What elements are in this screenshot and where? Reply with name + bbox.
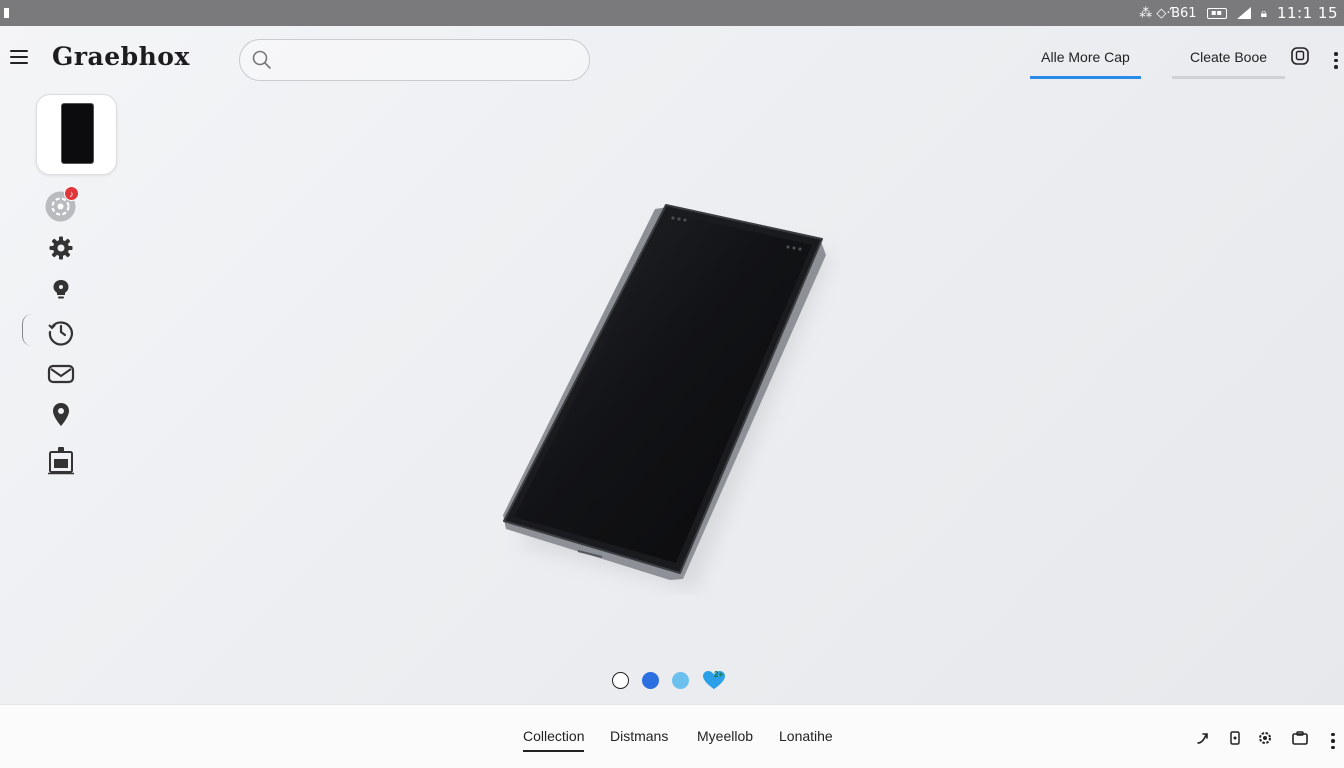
lock-icon: 🔒︎ — [1260, 5, 1267, 20]
phone-thumbnail-image — [61, 103, 94, 164]
history-icon — [47, 320, 73, 346]
tab-alle-more-cap[interactable]: Alle More Cap — [1030, 49, 1141, 79]
rail-ideas[interactable] — [44, 273, 77, 306]
tab-label: Collection — [523, 728, 585, 744]
rail-history[interactable] — [44, 315, 77, 348]
carousel-heart[interactable]: 2+ — [702, 670, 726, 690]
status-indicator-text: ⁂ ◇·Ɓ61 — [1139, 5, 1197, 21]
carousel-dot-3[interactable] — [672, 671, 689, 689]
tab-label: Myeellob — [697, 728, 754, 744]
rail-clipboard[interactable] — [44, 443, 77, 476]
rail-location[interactable] — [44, 398, 77, 431]
account-badge-icon[interactable] — [1290, 46, 1310, 71]
battery-icon: ▪▪ — [1206, 7, 1227, 19]
carousel-dot-2[interactable] — [642, 671, 659, 689]
share-arrow-icon[interactable] — [1194, 729, 1212, 747]
device-thumbnail-card[interactable] — [36, 94, 117, 175]
tab-label: Lonatihe — [779, 728, 833, 744]
status-bar: ⁂ ◇·Ɓ61 ▪▪ 🔒︎ 11:1 15 — [0, 0, 1344, 26]
clipboard-icon — [47, 446, 74, 474]
status-indicators: ⁂ ◇·Ɓ61 ▪▪ 🔒︎ 11:1 15 — [1139, 4, 1338, 22]
search-input[interactable] — [278, 40, 589, 80]
bottom-tab-collection[interactable]: Collection — [523, 728, 585, 752]
tab-label: Alle More Cap — [1041, 49, 1130, 65]
heart-label: 2+ — [714, 670, 724, 679]
hamburger-menu-icon[interactable] — [10, 50, 28, 64]
mail-icon — [47, 364, 74, 383]
bottom-tab-lonatihe[interactable]: Lonatihe — [779, 728, 833, 750]
hero-phone-image — [490, 195, 840, 600]
tab-label: Cleate Booe — [1189, 49, 1268, 65]
status-time: 11:1 15 — [1276, 4, 1338, 22]
notification-badge: ♪ — [64, 186, 79, 201]
carousel-dot-1[interactable] — [612, 671, 629, 689]
more-vertical-icon[interactable] — [1333, 52, 1339, 69]
app-title: Graebhox — [52, 42, 190, 71]
lightbulb-icon — [53, 279, 68, 298]
rail-settings-cycle[interactable]: ♪ — [44, 186, 79, 223]
more-vertical-icon[interactable] — [1330, 732, 1336, 750]
folder-icon[interactable] — [1291, 729, 1309, 747]
gear-icon[interactable] — [1256, 729, 1274, 747]
bottom-tab-myeellob[interactable]: Myeellob — [697, 728, 753, 750]
status-left-mark — [4, 8, 9, 18]
top-app-bar: Graebhox Alle More Cap Cleate Booe — [0, 26, 1344, 90]
location-pin-icon — [52, 402, 69, 426]
rail-mail[interactable] — [44, 357, 77, 390]
bookmark-icon[interactable] — [1226, 729, 1244, 747]
rail-selection-indicator — [22, 314, 32, 346]
gear-icon — [49, 236, 72, 259]
bottom-tab-distmans[interactable]: Distmans — [610, 728, 668, 750]
bottom-navigation: Collection Distmans Myeellob Lonatihe — [0, 704, 1344, 768]
rail-settings[interactable] — [44, 231, 77, 264]
tab-cleate-booe[interactable]: Cleate Booe — [1172, 49, 1285, 79]
tab-label: Distmans — [610, 728, 669, 744]
signal-icon — [1236, 7, 1251, 19]
search-icon — [252, 50, 271, 69]
search-bar[interactable] — [239, 39, 590, 81]
carousel-indicator: 2+ — [612, 670, 726, 690]
